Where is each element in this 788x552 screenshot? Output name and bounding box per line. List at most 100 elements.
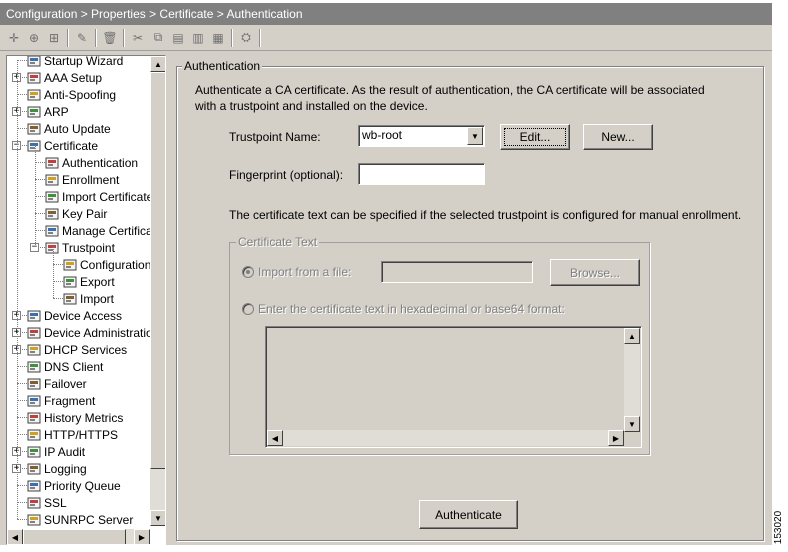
tree-item-label: Trustpoint [62, 240, 115, 255]
scroll-right-button[interactable]: ▶ [134, 529, 150, 544]
paste-before-icon[interactable]: ▥ [188, 28, 208, 48]
tree-item-trustpoint[interactable]: Trustpoint [45, 239, 115, 256]
edit-button[interactable]: Edit... [500, 124, 570, 150]
cut-icon[interactable]: ✂ [128, 28, 148, 48]
configuration-icon [63, 258, 79, 272]
certificate-text-area[interactable]: ▲ ▼ ◀ ▶ [265, 326, 642, 448]
authenticate-button[interactable]: Authenticate [419, 500, 518, 529]
scroll-thumb-horizontal[interactable] [23, 529, 126, 544]
import-file-radio[interactable] [242, 266, 254, 278]
scroll-left-button[interactable]: ◀ [7, 529, 23, 544]
browse-button[interactable]: Browse... [550, 259, 640, 286]
tree-item-sunrpc-server[interactable]: SUNRPC Server [27, 511, 133, 528]
paste-after-icon[interactable]: ▦ [208, 28, 228, 48]
tree-item-key-pair[interactable]: Key Pair [45, 205, 107, 222]
tree-item-logging[interactable]: Logging [27, 460, 87, 477]
breadcrumb: Configuration > Properties > Certificate… [0, 3, 772, 25]
tree-item-http-https[interactable]: HTTP/HTTPS [27, 426, 118, 443]
tree-item-authentication[interactable]: Authentication [45, 154, 138, 171]
scroll-down-button[interactable]: ▼ [624, 416, 640, 432]
navigation-tree[interactable]: Startup Wizard + AAA Setup Anti-Spoofing + AR… [6, 55, 166, 545]
tree-item-dns-client[interactable]: DNS Client [27, 358, 103, 375]
wand-icon [27, 56, 43, 68]
tree-item-device-administration[interactable]: Device Administration [27, 324, 159, 341]
manage-certificates-icon [45, 224, 61, 238]
tree-item-failover[interactable]: Failover [27, 375, 87, 392]
tree-item-label: Logging [44, 461, 87, 476]
figure-id-text: 153020 [773, 510, 785, 545]
tree-connector [17, 519, 27, 520]
arp-icon [27, 105, 43, 119]
tree-item-certificate[interactable]: Certificate [27, 137, 98, 154]
tree-item-auto-update[interactable]: Auto Update [27, 120, 111, 137]
tree-item-manage-certificates[interactable]: Manage Certificates [45, 222, 165, 239]
ip-audit-icon [27, 445, 43, 459]
tree-item-device-access[interactable]: Device Access [27, 307, 122, 324]
scroll-up-button[interactable]: ▲ [624, 328, 640, 344]
tree-connector [35, 145, 36, 247]
tree-item-label: History Metrics [44, 410, 124, 425]
tree-item-label: Authentication [62, 155, 139, 170]
tree-item-label: DHCP Services [44, 342, 128, 357]
tree-item-label: Fragment [44, 393, 96, 408]
copy-icon[interactable]: ⧉ [148, 28, 168, 48]
tree-item-anti-spoofing[interactable]: Anti-Spoofing [27, 86, 116, 103]
toolbar-separator [95, 28, 97, 47]
toolbar: ✛ ⊕ ⊞ ✎ 🗑 ✂ ⧉ ▤ ▥ ▦ ⛭ [0, 25, 772, 51]
tree-item-fragment[interactable]: Fragment [27, 392, 95, 409]
enter-text-label: Enter the certificate text in hexadecima… [258, 302, 565, 316]
tree-item-aaa-setup[interactable]: AAA Setup [27, 69, 102, 86]
tree-connector [17, 60, 27, 61]
tree-horizontal-scrollbar[interactable]: ◀ ▶ [7, 529, 150, 544]
http-icon [27, 428, 43, 442]
export-icon [63, 275, 79, 289]
tree-connector [17, 434, 27, 435]
priority-queue-icon [27, 479, 43, 493]
tree-item-import-certificate[interactable]: Import Certificate [45, 188, 153, 205]
fingerprint-field[interactable] [358, 163, 485, 185]
group-title: Authentication [182, 59, 263, 73]
tree-vertical-scrollbar[interactable]: ▲ ▼ [150, 56, 165, 526]
import-file-field[interactable] [381, 261, 533, 283]
tree-connector [17, 94, 27, 95]
tree-connector [53, 247, 54, 298]
certtext-horizontal-scrollbar[interactable]: ◀ ▶ [267, 430, 624, 446]
add-icon[interactable]: ✛ [4, 28, 24, 48]
scroll-up-button[interactable]: ▲ [150, 56, 165, 72]
tree-item-ssl[interactable]: SSL [27, 494, 67, 511]
insert-before-icon[interactable]: ⊕ [24, 28, 44, 48]
tree-item-ip-audit[interactable]: IP Audit [27, 443, 85, 460]
description-line-2: with a trustpoint and installed on the d… [195, 99, 428, 113]
tree-item-priority-queue[interactable]: Priority Queue [27, 477, 121, 494]
edit-icon[interactable]: ✎ [72, 28, 92, 48]
scroll-down-button[interactable]: ▼ [150, 510, 165, 526]
tree-connector [17, 366, 27, 367]
tree-item-label: Export [80, 274, 115, 289]
tree-item-import[interactable]: Import [63, 290, 114, 307]
tree-item-label: SSL [44, 495, 67, 510]
certtext-vertical-scrollbar[interactable]: ▲ ▼ [624, 328, 640, 432]
tree-item-arp[interactable]: ARP [27, 103, 69, 120]
tree-item-label: Configuration [80, 257, 152, 272]
tree-item-configuration[interactable]: Configuration [63, 256, 151, 273]
tree-item-startup-wizard[interactable]: Startup Wizard [27, 56, 123, 69]
tree-connector [35, 196, 45, 197]
scroll-thumb[interactable] [150, 72, 165, 469]
insert-after-icon[interactable]: ⊞ [44, 28, 64, 48]
scroll-right-button[interactable]: ▶ [608, 430, 624, 446]
tree-connector [35, 179, 45, 180]
tree-item-enrollment[interactable]: Enrollment [45, 171, 119, 188]
delete-icon[interactable]: 🗑 [100, 28, 120, 48]
chevron-down-icon[interactable]: ▼ [467, 127, 483, 145]
new-button[interactable]: New... [583, 124, 653, 150]
tree-item-export[interactable]: Export [63, 273, 115, 290]
tree-item-dhcp-services[interactable]: DHCP Services [27, 341, 127, 358]
enrollment-icon [45, 173, 61, 187]
trustpoint-combobox[interactable]: wb-root ▼ [358, 125, 485, 147]
tree-item-label: Key Pair [62, 206, 108, 221]
find-icon[interactable]: ⛭ [236, 28, 256, 48]
scroll-left-button[interactable]: ◀ [267, 430, 283, 446]
enter-text-radio[interactable] [242, 303, 254, 315]
tree-item-history-metrics[interactable]: History Metrics [27, 409, 123, 426]
paste-icon[interactable]: ▤ [168, 28, 188, 48]
